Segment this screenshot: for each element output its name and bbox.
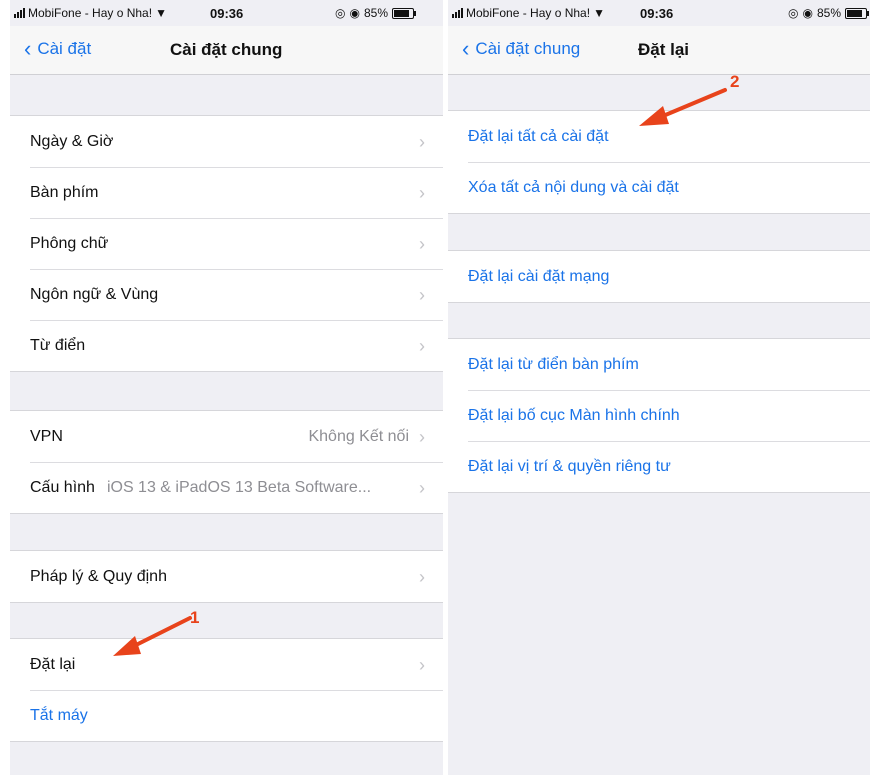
row-label: Đặt lại cài đặt mạng (468, 267, 610, 285)
chevron-left-icon: ‹ (462, 36, 470, 61)
signal-icon (14, 8, 25, 18)
row-label: Cấu hình (30, 478, 95, 496)
signal-icon (452, 8, 463, 18)
annotation-arrow-1 (113, 616, 192, 656)
row-language-region[interactable]: Ngôn ngữ & Vùng › (10, 269, 443, 320)
row-dictionary[interactable]: Từ điển › (10, 320, 443, 371)
orientation-lock-icon: ◎ (788, 6, 799, 20)
annotation-number-1: 1 (190, 608, 200, 627)
row-label: Đặt lại bố cục Màn hình chính (468, 406, 680, 424)
row-label: Từ điển (30, 336, 86, 354)
row-reset[interactable]: Đặt lại › (10, 639, 443, 690)
row-reset-home-layout[interactable]: Đặt lại bố cục Màn hình chính (448, 390, 870, 441)
row-date-time[interactable]: Ngày & Giờ › (10, 116, 443, 167)
settings-group-4: Đặt lại › Tắt máy (10, 638, 443, 742)
chevron-right-icon: › (419, 285, 425, 305)
row-label: VPN (30, 427, 63, 445)
row-reset-location-privacy[interactable]: Đặt lại vị trí & quyền riêng tư (448, 441, 870, 492)
battery-fill (394, 9, 410, 17)
chevron-right-icon: › (419, 336, 425, 356)
nav-bar: ‹ Cài đặt Cài đặt chung (10, 26, 443, 75)
battery-fill (847, 9, 863, 17)
row-erase-all[interactable]: Xóa tất cả nội dung và cài đặt (448, 162, 870, 213)
row-label: Tắt máy (30, 706, 88, 724)
row-label: Xóa tất cả nội dung và cài đặt (468, 178, 679, 196)
carrier-name: MobiFone - Hay o Nha! (28, 6, 153, 20)
page-title: Cài đặt chung (170, 40, 283, 59)
back-label: Cài đặt (37, 39, 92, 58)
row-reset-network[interactable]: Đặt lại cài đặt mạng (448, 251, 870, 302)
settings-group-1: Ngày & Giờ › Bàn phím › Phông chữ › Ngôn ng… (10, 115, 443, 372)
carrier-info: MobiFone - Hay o Nha! ▼ (14, 6, 167, 20)
chevron-right-icon: › (419, 478, 425, 498)
chevron-right-icon: › (419, 655, 425, 675)
row-label: Pháp lý & Quy định (30, 567, 167, 585)
row-label: Bàn phím (30, 183, 99, 201)
battery-percent: 85% (816, 6, 841, 20)
row-legal[interactable]: Pháp lý & Quy định › (10, 551, 443, 602)
status-right: ◎ ◉ 85% (335, 6, 416, 20)
wifi-icon: ▼ (593, 6, 605, 20)
status-time: 09:36 (640, 6, 674, 21)
row-shut-down[interactable]: Tắt máy (10, 690, 443, 741)
battery-percent: 85% (363, 6, 388, 20)
row-profile[interactable]: Cấu hình iOS 13 & iPadOS 13 Beta Software… (10, 462, 443, 513)
back-button[interactable]: ‹ Cài đặt (24, 36, 92, 61)
alarm-icon: ◉ (349, 6, 360, 20)
row-label: Đặt lại từ điển bàn phím (468, 355, 639, 373)
chevron-right-icon: › (419, 132, 425, 152)
row-keyboard[interactable]: Bàn phím › (10, 167, 443, 218)
status-bar: MobiFone - Hay o Nha! ▼ 09:36 ◎ ◉ 85% (10, 0, 443, 26)
chevron-right-icon: › (419, 567, 425, 587)
settings-group-2: VPN Không Kết nối › Cấu hình iOS 13 & iPadO… (10, 410, 443, 514)
chevron-right-icon: › (419, 183, 425, 203)
battery-icon (845, 7, 869, 19)
row-reset-keyboard-dictionary[interactable]: Đặt lại từ điển bàn phím (448, 339, 870, 390)
settings-general-screen: MobiFone - Hay o Nha! ▼ 09:36 ◎ ◉ 85% ‹ … (10, 0, 443, 775)
chevron-right-icon: › (419, 427, 425, 447)
settings-group-3: Pháp lý & Quy định › (10, 550, 443, 603)
row-label: Phông chữ (30, 234, 109, 252)
carrier-name: MobiFone - Hay o Nha! (466, 6, 591, 20)
back-label: Cài đặt chung (475, 39, 581, 58)
back-button[interactable]: ‹ Cài đặt chung (462, 36, 581, 61)
reset-group-3: Đặt lại từ điển bàn phím Đặt lại bố cục … (448, 338, 870, 493)
reset-group-2: Đặt lại cài đặt mạng (448, 250, 870, 303)
row-label: Đặt lại vị trí & quyền riêng tư (468, 457, 671, 475)
annotation-number-2: 2 (730, 72, 740, 91)
battery-icon (392, 7, 416, 19)
orientation-lock-icon: ◎ (335, 6, 346, 20)
carrier-info: MobiFone - Hay o Nha! ▼ (452, 6, 605, 20)
nav-bar: ‹ Cài đặt chung Đặt lại (448, 26, 870, 75)
status-right: ◎ ◉ 85% (788, 6, 869, 20)
row-label: Đặt lại (30, 655, 76, 673)
alarm-icon: ◉ (802, 6, 813, 20)
annotation-arrow-2 (639, 88, 727, 126)
reset-screen: MobiFone - Hay o Nha! ▼ 09:36 ◎ ◉ 85% ‹ … (448, 0, 870, 775)
page-title: Đặt lại (638, 40, 690, 59)
status-time: 09:36 (210, 6, 244, 21)
row-label: Ngày & Giờ (30, 132, 114, 150)
row-detail: Không Kết nối (308, 428, 409, 445)
row-fonts[interactable]: Phông chữ › (10, 218, 443, 269)
row-detail: iOS 13 & iPadOS 13 Beta Software... (106, 478, 372, 496)
row-label: Đặt lại tất cả cài đặt (468, 127, 609, 145)
chevron-right-icon: › (419, 234, 425, 254)
status-bar: MobiFone - Hay o Nha! ▼ 09:36 ◎ ◉ 85% (448, 0, 870, 26)
wifi-icon: ▼ (155, 6, 167, 20)
row-vpn[interactable]: VPN Không Kết nối › (10, 411, 443, 462)
chevron-left-icon: ‹ (24, 36, 32, 61)
row-label: Ngôn ngữ & Vùng (30, 285, 159, 303)
